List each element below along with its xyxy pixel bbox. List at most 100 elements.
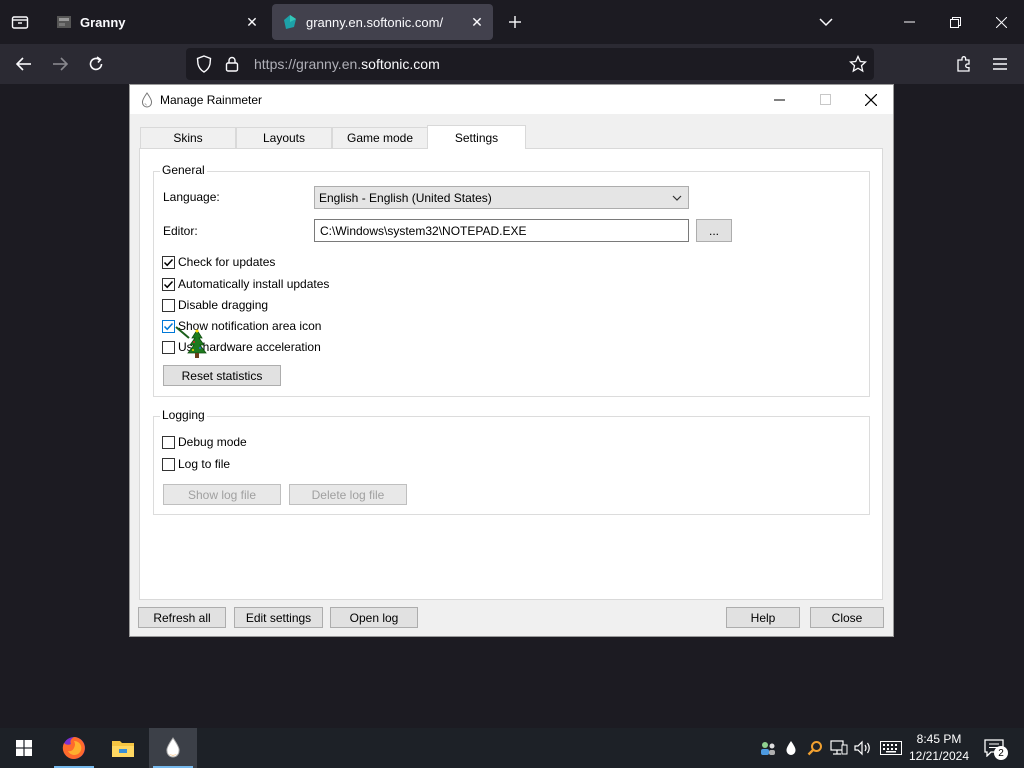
checkmark-icon	[163, 322, 174, 330]
plus-icon	[509, 16, 521, 28]
minimize-icon	[773, 99, 785, 100]
maximize-icon	[819, 94, 831, 105]
windows-taskbar: 8:45 PM 12/21/2024 2	[0, 728, 1024, 768]
browser-nav-bar: https://granny.en.softonic.com	[0, 44, 1024, 84]
checkbox-box[interactable]	[162, 340, 175, 354]
editor-path-field[interactable]: C:\Windows\system32\NOTEPAD.EXE	[314, 219, 689, 242]
settings-panel: General Language: English - English (Uni…	[139, 148, 883, 600]
checkmark-icon	[163, 258, 174, 266]
dialog-close-button[interactable]	[848, 85, 894, 114]
dialog-maximize-button	[802, 85, 848, 114]
dialog-title-bar[interactable]: Manage Rainmeter	[130, 85, 893, 114]
logging-group-label: Logging	[160, 408, 207, 422]
reload-button[interactable]	[80, 48, 112, 80]
volume-icon[interactable]	[853, 738, 873, 758]
restore-window-button[interactable]	[932, 0, 978, 44]
tab-list-icon	[11, 16, 29, 29]
checkbox-box[interactable]	[162, 298, 175, 312]
checkbox-label: Debug mode	[178, 435, 247, 449]
checkbox-box[interactable]	[162, 277, 175, 291]
taskbar-firefox[interactable]	[50, 728, 98, 768]
tab-settings[interactable]: Settings	[427, 125, 526, 149]
tab-layouts[interactable]: Layouts	[236, 127, 332, 148]
chevron-down-icon	[672, 195, 682, 201]
tab-list-button[interactable]	[4, 6, 36, 38]
address-bar[interactable]: https://granny.en.softonic.com	[186, 48, 874, 80]
tab-granny[interactable]: Granny ✕	[46, 4, 268, 40]
puzzle-icon	[957, 56, 970, 72]
checkbox-label: Automatically install updates	[178, 277, 330, 291]
url-host-main: softonic.com	[361, 56, 440, 72]
log-to-file-checkbox[interactable]: Log to file	[162, 456, 230, 472]
extensions-button[interactable]	[948, 48, 980, 80]
firefox-icon	[62, 737, 85, 759]
show-log-file-button: Show log file	[163, 484, 281, 505]
close-button[interactable]: Close	[810, 607, 884, 628]
lock-icon[interactable]	[222, 54, 242, 74]
arrow-right-icon	[53, 57, 68, 71]
checkbox-box[interactable]	[162, 435, 175, 449]
tab-softonic[interactable]: granny.en.softonic.com/ ✕	[272, 4, 493, 40]
windows-logo-icon	[16, 740, 32, 756]
manage-rainmeter-dialog: Manage Rainmeter Skins Layouts Game mode…	[129, 84, 894, 637]
tray-rainmeter-icon[interactable]	[781, 738, 801, 758]
debug-mode-checkbox[interactable]: Debug mode	[162, 434, 247, 450]
taskbar-file-explorer[interactable]	[99, 728, 147, 768]
disable-dragging-checkbox[interactable]: Disable dragging	[162, 297, 268, 313]
shield-icon[interactable]	[194, 54, 214, 74]
clock-time[interactable]: 8:45 PM	[902, 732, 976, 746]
browse-editor-button[interactable]: ...	[696, 219, 732, 242]
tray-people-icon[interactable]	[758, 738, 778, 758]
check-for-updates-checkbox[interactable]: Check for updates	[162, 254, 275, 270]
general-group-label: General	[160, 163, 207, 177]
checkmark-icon	[163, 280, 174, 288]
close-window-button[interactable]	[978, 0, 1024, 44]
language-label: Language:	[163, 190, 220, 204]
keyboard-icon[interactable]	[879, 738, 903, 758]
restore-icon	[949, 16, 961, 28]
dialog-title: Manage Rainmeter	[160, 92, 263, 107]
forward-button[interactable]	[44, 48, 76, 80]
tab-title: Granny	[80, 14, 126, 30]
tab-title: granny.en.softonic.com/	[306, 14, 444, 30]
minimize-icon	[903, 21, 915, 23]
file-explorer-icon	[112, 741, 134, 757]
delete-log-file-button: Delete log file	[289, 484, 407, 505]
url-host-prefix: granny.en.	[296, 56, 362, 72]
help-button[interactable]: Help	[726, 607, 800, 628]
tab-game-mode[interactable]: Game mode	[332, 127, 428, 148]
auto-install-updates-checkbox[interactable]: Automatically install updates	[162, 276, 329, 292]
tab-skins[interactable]: Skins	[140, 127, 236, 148]
new-tab-button[interactable]	[500, 6, 530, 38]
app-menu-button[interactable]	[984, 48, 1016, 80]
taskbar-rainmeter[interactable]	[149, 728, 197, 768]
language-dropdown[interactable]: English - English (United States)	[314, 186, 689, 209]
clock-date[interactable]: 12/21/2024	[902, 749, 976, 763]
checkbox-box[interactable]	[162, 255, 175, 269]
arrow-left-icon	[16, 57, 31, 71]
open-log-button[interactable]: Open log	[330, 607, 418, 628]
close-tab-icon[interactable]: ✕	[465, 10, 489, 34]
checkbox-box[interactable]	[162, 457, 175, 471]
checkbox-label: Check for updates	[178, 255, 276, 269]
url-text[interactable]: https://granny.en.softonic.com	[254, 56, 440, 72]
editor-label: Editor:	[163, 224, 198, 238]
general-group: General Language: English - English (Uni…	[153, 163, 870, 397]
url-scheme: https://	[254, 56, 297, 72]
start-button[interactable]	[0, 728, 48, 768]
tray-search-icon[interactable]	[805, 738, 825, 758]
christmas-tree-cursor-icon	[175, 326, 207, 358]
edit-settings-button[interactable]: Edit settings	[234, 607, 323, 628]
back-button[interactable]	[8, 48, 40, 80]
network-icon[interactable]	[829, 738, 849, 758]
list-all-tabs-button[interactable]	[810, 6, 842, 38]
minimize-window-button[interactable]	[886, 0, 932, 44]
dialog-minimize-button[interactable]	[756, 85, 802, 114]
logging-group: Logging Debug mode Log to file Show log …	[153, 408, 870, 515]
refresh-all-button[interactable]: Refresh all	[138, 607, 226, 628]
close-tab-icon[interactable]: ✕	[240, 10, 264, 34]
reset-statistics-button[interactable]: Reset statistics	[163, 365, 281, 386]
close-icon	[995, 16, 1007, 28]
checkbox-box[interactable]	[162, 319, 175, 333]
bookmark-star-icon[interactable]	[848, 54, 868, 74]
